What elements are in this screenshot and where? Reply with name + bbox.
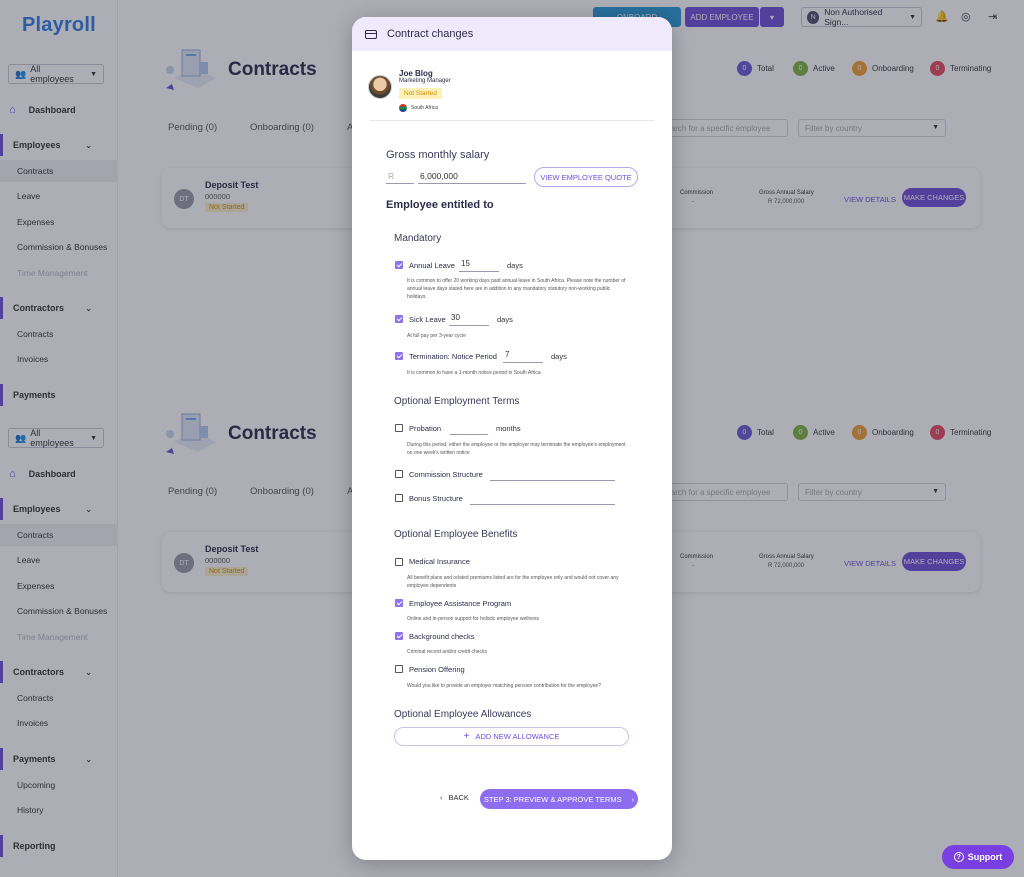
support-label: Support: [967, 852, 1003, 862]
back-button[interactable]: ‹ BACK: [440, 793, 469, 802]
unit-label: days: [497, 315, 513, 324]
optional-terms-heading: Optional Employment Terms: [394, 396, 520, 407]
annual-leave-label: Annual Leave: [409, 261, 455, 270]
modal-title: Contract changes: [387, 28, 474, 40]
add-allowance-label: ADD NEW ALLOWANCE: [475, 732, 560, 741]
divider: [370, 120, 654, 121]
employee-name: Joe Blog: [399, 69, 433, 78]
support-button[interactable]: ? Support: [942, 845, 1014, 869]
background-checks-checkbox[interactable]: [395, 632, 403, 640]
sick-leave-checkbox[interactable]: [395, 315, 403, 323]
mandatory-heading: Mandatory: [394, 233, 442, 244]
back-label: BACK: [448, 793, 469, 802]
background-checks-hint: Criminal record and/or credit checks: [407, 649, 488, 655]
notice-period-input[interactable]: 7: [503, 350, 543, 363]
modal-header: Contract changes: [352, 17, 672, 51]
plus-icon: +: [463, 731, 470, 742]
eap-label: Employee Assistance Program: [409, 599, 512, 608]
probation-checkbox[interactable]: [395, 424, 403, 432]
entitled-heading: Employee entitled to: [386, 199, 494, 211]
next-step-button[interactable]: STEP 3: PREVIEW & APPROVE TERMS ›: [480, 789, 638, 809]
bonus-structure-label: Bonus Structure: [409, 494, 463, 503]
commission-structure-input[interactable]: [490, 468, 615, 481]
probation-hint: During this period, either the employee …: [407, 442, 626, 456]
pension-checkbox[interactable]: [395, 665, 403, 673]
country-label: South Africa: [411, 105, 438, 111]
annual-leave-checkbox[interactable]: [395, 261, 403, 269]
bonus-structure-input[interactable]: [470, 492, 615, 505]
add-allowance-button[interactable]: + ADD NEW ALLOWANCE: [394, 727, 629, 746]
unit-label: months: [496, 424, 521, 433]
sick-leave-label: Sick Leave: [409, 315, 446, 324]
annual-leave-input[interactable]: 15: [459, 259, 499, 272]
salary-input[interactable]: 6,000,000: [418, 171, 526, 184]
help-icon: ?: [953, 852, 964, 862]
contract-changes-modal: Contract changes Joe Blog Marketing Mana…: [352, 17, 672, 860]
south-africa-flag-icon: [399, 104, 407, 112]
notice-period-hint: It is common to have a 1-month notice pe…: [407, 370, 541, 376]
annual-leave-hint: It is common to offer 20 working days pa…: [407, 278, 626, 300]
chevron-right-icon: ›: [631, 794, 635, 804]
probation-label: Probation: [409, 424, 442, 433]
probation-input[interactable]: [450, 422, 488, 435]
sick-leave-input[interactable]: 30: [449, 313, 489, 326]
view-employee-quote-button[interactable]: VIEW EMPLOYEE QUOTE: [534, 167, 638, 187]
notice-period-checkbox[interactable]: [395, 352, 403, 360]
pension-hint: Would you like to provide an employer ma…: [407, 683, 601, 689]
gross-salary-label: Gross monthly salary: [386, 149, 490, 161]
eap-hint: Online and in-person support for holisti…: [407, 616, 540, 622]
pension-label: Pension Offering: [409, 665, 465, 674]
notice-period-label: Termination: Notice Period: [409, 352, 497, 361]
benefits-heading: Optional Employee Benefits: [394, 529, 518, 540]
chevron-left-icon: ‹: [440, 793, 443, 802]
medical-insurance-hint: All benefit plans and related premiums l…: [407, 575, 619, 589]
medical-insurance-checkbox[interactable]: [395, 558, 403, 566]
eap-checkbox[interactable]: [395, 599, 403, 607]
next-step-label: STEP 3: PREVIEW & APPROVE TERMS: [483, 794, 622, 804]
contract-card-icon: [365, 29, 377, 39]
currency-field[interactable]: R: [386, 171, 414, 184]
status-badge: Not Started: [399, 88, 442, 99]
allowances-heading: Optional Employee Allowances: [394, 709, 532, 720]
bonus-structure-checkbox[interactable]: [395, 494, 403, 502]
employee-country: South Africa: [399, 104, 438, 112]
background-checks-label: Background checks: [409, 632, 475, 641]
sick-leave-hint: At full pay per 3-year cycle: [407, 333, 466, 339]
medical-insurance-label: Medical Insurance: [409, 557, 470, 566]
commission-structure-label: Commission Structure: [409, 470, 483, 479]
unit-label: days: [551, 352, 567, 361]
employee-role: Marketing Manager: [399, 78, 451, 84]
avatar: [368, 75, 392, 99]
commission-structure-checkbox[interactable]: [395, 470, 403, 478]
unit-label: days: [507, 261, 523, 270]
